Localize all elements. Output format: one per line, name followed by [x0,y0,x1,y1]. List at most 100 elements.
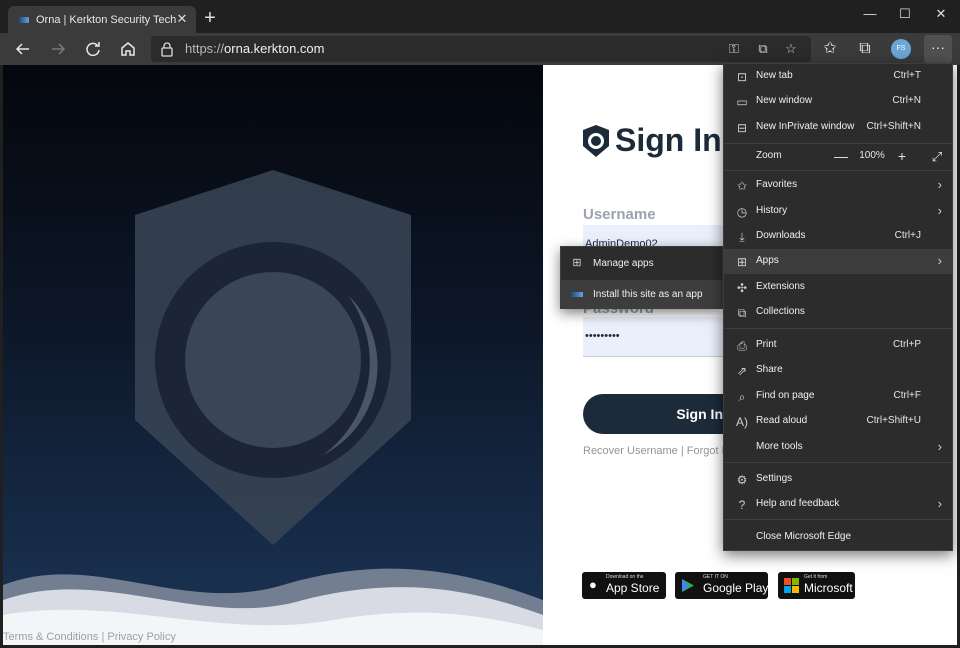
address-bar[interactable]: https://orna.kerkton.com ⚿ ⧉ ☆ [151,36,811,62]
microsoft-logo-icon [784,578,799,593]
menu-item-find-on-page[interactable]: ⌕ Find on page Ctrl+F [724,384,952,409]
google-play-big-text: Google Play [703,581,769,595]
app-store-big-text: App Store [606,581,660,595]
tab-close-icon[interactable]: ✕ [175,11,189,27]
menu-item-close-edge[interactable]: Close Microsoft Edge [724,525,952,550]
recover-username-link[interactable]: Recover Username [583,445,678,457]
fullscreen-icon[interactable]: ⤢ [927,144,947,169]
menu-label: Settings [756,473,793,484]
tab-strip: Orna | Kerkton Security Technolo ✕ + — ☐… [0,0,960,33]
download-icon: ⤓ [739,230,745,244]
browser-toolbar: https://orna.kerkton.com ⚿ ⧉ ☆ ✩ ⧉ FS ··… [0,33,960,65]
menu-separator [724,170,952,171]
menu-label: New window [756,95,813,106]
share-icon: ⇗ [736,364,748,378]
collections-icon: ⧉ [737,306,747,320]
maximize-button[interactable]: ☐ [893,5,917,23]
zoom-in-button[interactable]: + [892,144,912,169]
hero-panel [3,65,543,645]
menu-item-new-window[interactable]: ▭ New window Ctrl+N [724,89,952,114]
menu-separator [724,328,952,329]
window-close-button[interactable]: ✕ [929,5,953,23]
back-icon[interactable] [11,37,35,61]
url-text: https://orna.kerkton.com [185,41,325,56]
menu-shortcut: Ctrl+Shift+U [866,415,921,426]
settings-and-more-menu: ⊡ New tab Ctrl+T ▭ New window Ctrl+N ⊟ N… [723,63,953,551]
microsoft-big-text: Microsoft [804,581,853,595]
site-favicon-icon [19,16,29,23]
menu-item-read-aloud[interactable]: A) Read aloud Ctrl+Shift+U [724,409,952,434]
manage-apps-icon: ⊞ [572,257,582,269]
menu-item-print[interactable]: ⎙ Print Ctrl+P [724,333,952,358]
menu-item-new-inprivate-window[interactable]: ⊟ New InPrivate window Ctrl+Shift+N [724,115,952,140]
password-field[interactable]: ••••••••• [583,317,733,357]
app-store-badge[interactable]: ● Download on the App Store [582,572,666,599]
chevron-right-icon: › [937,439,942,454]
microsoft-store-badge[interactable]: Get it from Microsoft [778,572,855,599]
menu-item-downloads[interactable]: ⤓ Downloads Ctrl+J [724,224,952,249]
manage-apps-item[interactable]: ⊞ Manage apps [561,249,722,277]
forward-icon[interactable] [46,37,70,61]
menu-item-history[interactable]: ◷ History › [724,199,952,224]
recovery-links: Recover Username | Forgot P [583,445,729,457]
privacy-link[interactable]: Privacy Policy [107,631,175,643]
menu-item-settings[interactable]: ⚙ Settings [724,467,952,492]
menu-label: Favorites [756,179,798,190]
browser-tab[interactable]: Orna | Kerkton Security Technolo ✕ [8,6,196,33]
app-store-small-text: Download on the [606,574,644,580]
menu-item-new-tab[interactable]: ⊡ New tab Ctrl+T [724,64,952,89]
menu-label: Print [756,339,777,350]
menu-label: More tools [756,441,803,452]
terms-link[interactable]: Terms & Conditions [3,631,98,643]
menu-item-collections[interactable]: ⧉ Collections [724,300,952,325]
favorites-bar-icon[interactable]: ✩ [818,37,842,61]
chevron-right-icon: › [937,203,942,218]
menu-item-extensions[interactable]: ✣ Extensions [724,275,952,300]
recovery-separator: | [680,445,684,457]
menu-item-apps[interactable]: ⊞ Apps › [724,249,952,274]
zoom-out-button[interactable]: — [831,144,851,169]
tab-title: Orna | Kerkton Security Technolo [36,13,176,26]
menu-shortcut: Ctrl+T [893,70,922,81]
menu-item-share[interactable]: ⇗ Share [724,358,952,383]
microsoft-small-text: Get it from [804,574,828,580]
zoom-level: 100% [859,150,885,161]
menu-shortcut: Ctrl+N [892,95,921,106]
home-icon[interactable] [116,37,140,61]
menu-shortcut: Ctrl+Shift+N [866,121,921,132]
new-window-icon: ▭ [736,95,748,109]
apps-submenu: ⊞ Manage apps Install this site as an ap… [560,246,723,309]
menu-label: Collections [756,306,805,317]
decorative-wave [3,568,543,645]
print-icon: ⎙ [737,339,747,353]
new-tab-icon: ⊡ [736,70,748,84]
brand-shield-icon [583,125,609,157]
profile-avatar[interactable]: FS [891,39,911,59]
sign-in-button[interactable]: Sign In [583,394,733,434]
help-icon: ? [738,498,746,512]
inprivate-icon: ⊟ [736,121,748,135]
minimize-button[interactable]: — [858,5,882,23]
install-site-as-app-item[interactable]: Install this site as an app [561,280,722,308]
footer-separator: | [101,631,105,643]
google-play-badge[interactable]: GET IT ON Google Play [675,572,768,599]
menu-label: Downloads [756,230,806,241]
menu-label: Apps [756,255,779,266]
menu-item-help-and-feedback[interactable]: ? Help and feedback › [724,492,952,517]
new-tab-button[interactable]: + [200,8,220,29]
menu-separator [724,519,952,520]
app-available-icon[interactable]: ⧉ [753,40,773,58]
menu-item-more-tools[interactable]: More tools › [724,435,952,460]
add-favorite-star-icon[interactable]: ☆ [781,40,801,58]
favorites-icon: ✩ [736,179,748,193]
menu-label: Help and feedback [756,498,840,509]
extensions-icon: ✣ [736,281,748,295]
menu-item-favorites[interactable]: ✩ Favorites › [724,173,952,198]
menu-label: New tab [756,70,793,81]
refresh-icon[interactable] [81,37,105,61]
chevron-right-icon: › [937,253,942,268]
collections-toolbar-icon[interactable]: ⧉ [853,37,877,61]
install-site-label: Install this site as an app [593,289,703,300]
site-permissions-key-icon[interactable]: ⚿ [724,40,744,58]
settings-and-more-button[interactable]: ··· [924,35,952,63]
